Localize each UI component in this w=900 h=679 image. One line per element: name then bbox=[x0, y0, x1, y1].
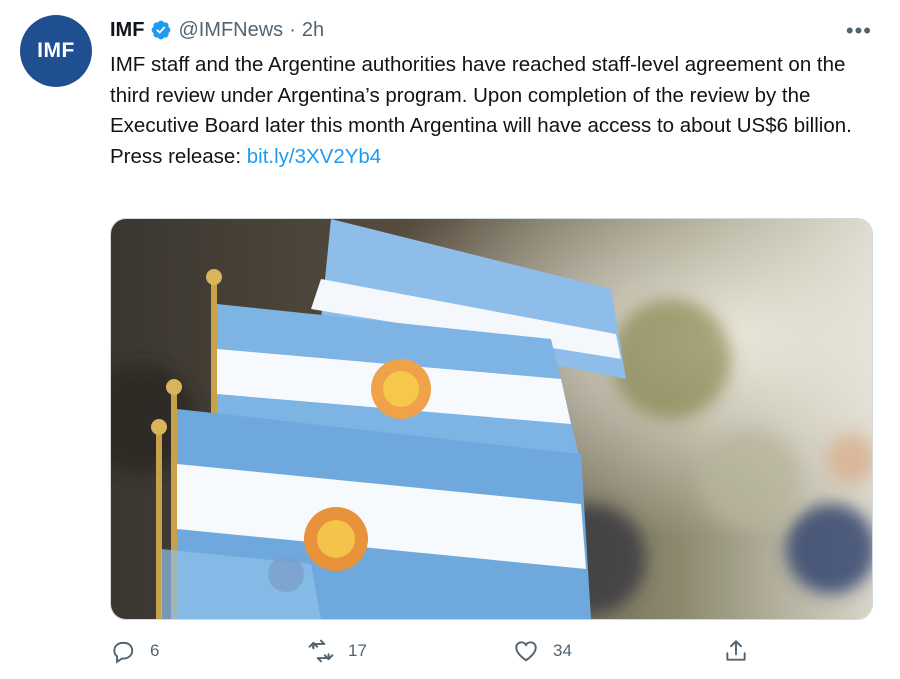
verified-badge-icon bbox=[152, 20, 171, 40]
retweet-count: 17 bbox=[348, 641, 367, 660]
heart-icon bbox=[515, 641, 537, 662]
tweet-header: IMF @IMFNews · 2h bbox=[110, 16, 324, 44]
press-release-link[interactable]: bit.ly/3XV2Yb4 bbox=[247, 145, 381, 168]
separator-dot: · bbox=[289, 18, 296, 41]
more-options-icon[interactable]: ••• bbox=[846, 18, 872, 44]
timestamp[interactable]: 2h bbox=[302, 19, 324, 42]
reply-icon bbox=[113, 641, 134, 664]
tweet: IMF IMF @IMFNews · 2h ••• IMF staff and … bbox=[0, 0, 900, 679]
reply-button[interactable]: 6 bbox=[110, 638, 159, 664]
share-icon bbox=[726, 640, 746, 661]
press-release-label: Press release: bbox=[110, 144, 247, 168]
user-handle[interactable]: @IMFNews bbox=[178, 19, 283, 42]
retweet-icon bbox=[308, 639, 334, 663]
tweet-text: IMF staff and the Argentine authorities … bbox=[110, 50, 880, 172]
avatar-text: IMF bbox=[37, 39, 75, 62]
tweet-actions: 6 17 34 bbox=[110, 638, 760, 672]
tweet-media-photo[interactable] bbox=[110, 218, 873, 620]
avatar[interactable]: IMF bbox=[20, 15, 92, 87]
reply-count: 6 bbox=[150, 641, 160, 660]
argentine-flags-photo-icon bbox=[111, 219, 872, 619]
tweet-body: IMF staff and the Argentine authorities … bbox=[110, 53, 852, 137]
like-button[interactable]: 34 bbox=[513, 638, 572, 664]
display-name[interactable]: IMF bbox=[110, 19, 144, 42]
share-button[interactable] bbox=[723, 638, 749, 664]
retweet-button[interactable]: 17 bbox=[308, 638, 367, 664]
like-count: 34 bbox=[553, 641, 572, 660]
press-release-line: Press release: bit.ly/3XV2Yb4 bbox=[110, 142, 880, 173]
